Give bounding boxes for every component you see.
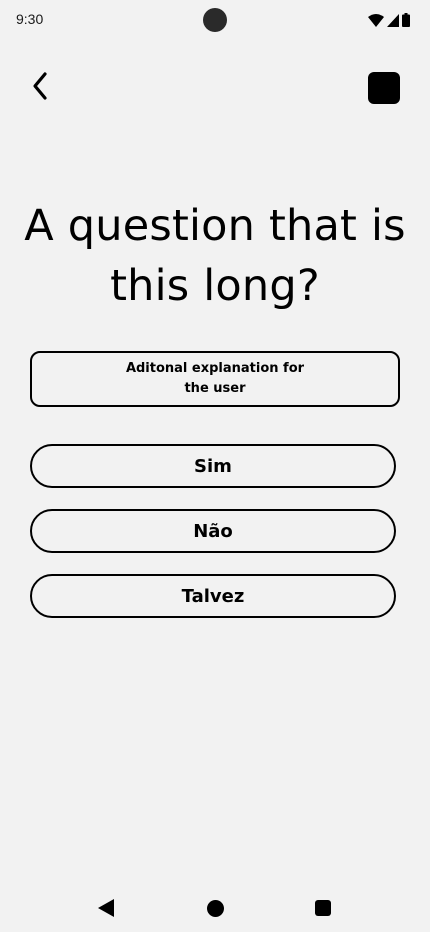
square-icon[interactable] <box>368 72 400 104</box>
answer-button-nao[interactable]: Não <box>30 509 396 553</box>
battery-icon <box>402 13 410 27</box>
home-circle-icon[interactable] <box>207 900 224 917</box>
system-nav-bar <box>0 888 430 928</box>
cellular-signal-icon <box>387 13 399 27</box>
status-bar: 9:30 <box>0 0 430 40</box>
back-button[interactable] <box>24 70 56 102</box>
status-icons <box>368 12 410 28</box>
recents-square-icon[interactable] <box>315 900 331 916</box>
status-time: 9:30 <box>16 11 44 27</box>
back-triangle-icon[interactable] <box>98 899 114 917</box>
answer-button-sim[interactable]: Sim <box>30 444 396 488</box>
question-title: A question that is this long? <box>24 201 406 311</box>
answer-button-talvez[interactable]: Talvez <box>30 574 396 618</box>
answer-options: Sim Não Talvez <box>30 444 400 639</box>
explanation-text: Aditonal explanation for the user <box>125 361 305 396</box>
camera-cutout <box>203 8 227 32</box>
wifi-icon <box>368 13 384 27</box>
chevron-left-icon <box>33 72 47 100</box>
explanation-box: Aditonal explanation for the user <box>30 351 400 407</box>
